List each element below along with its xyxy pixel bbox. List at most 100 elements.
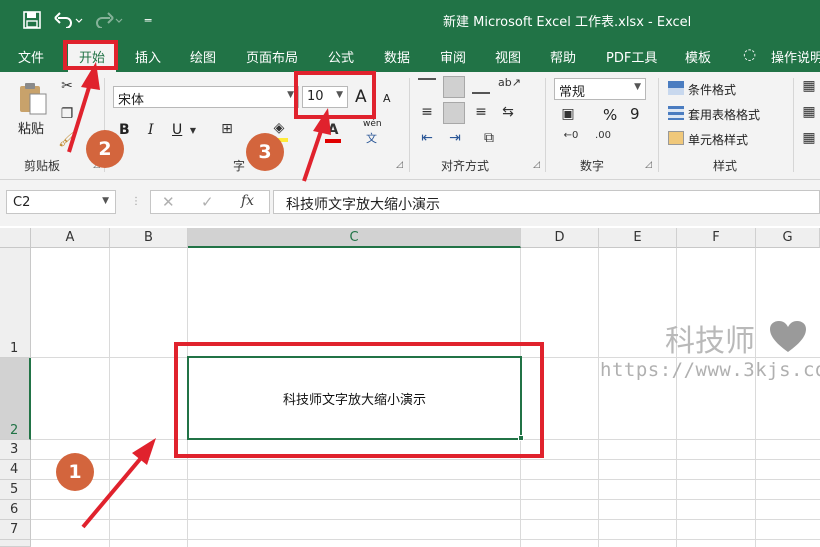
tab-help[interactable]: 帮助 <box>550 47 576 66</box>
tab-view[interactable]: 视图 <box>495 47 521 66</box>
wrap-text-icon[interactable]: ⇆ <box>498 104 518 120</box>
row-header-4[interactable]: 4 <box>0 460 31 480</box>
align-middle-icon[interactable] <box>443 76 465 98</box>
redo-icon[interactable] <box>92 0 126 40</box>
table-format-button[interactable]: 套用表格格式 <box>688 106 760 123</box>
font-color-icon[interactable]: A <box>325 122 341 138</box>
cut-icon[interactable]: ✂ <box>58 78 76 94</box>
tab-review[interactable]: 审阅 <box>440 47 466 66</box>
phonetic-top[interactable]: wén <box>363 119 382 129</box>
increase-decimal-icon[interactable]: ←0 <box>560 130 582 141</box>
decrease-decimal-icon[interactable]: .00 <box>592 130 614 141</box>
merge-center-icon[interactable]: ⧉ <box>478 130 500 146</box>
insert-function-icon[interactable]: fx <box>241 193 254 209</box>
fill-color-icon[interactable]: ◈ <box>270 120 288 136</box>
column-header-e[interactable]: E <box>599 228 677 248</box>
currency-icon[interactable]: ▣ <box>558 106 578 122</box>
menu-bar: 文件 开始 插入 绘图 页面布局 公式 数据 审阅 视图 帮助 PDF工具 模板… <box>0 40 820 72</box>
row-header-8[interactable] <box>0 540 31 547</box>
row-header-3[interactable]: 3 <box>0 440 31 460</box>
name-box-value: C2 <box>13 195 31 210</box>
row-header-2[interactable]: 2 <box>0 358 31 440</box>
tell-me-search[interactable]: 操作说明 <box>771 47 820 66</box>
percent-button[interactable]: % <box>603 106 617 124</box>
select-all-corner[interactable] <box>0 228 31 248</box>
alignment-launcher-icon[interactable]: ◿ <box>533 160 540 170</box>
font-launcher-icon[interactable]: ◿ <box>396 160 403 170</box>
cancel-icon[interactable]: ✕ <box>162 193 175 211</box>
tab-file[interactable]: 文件 <box>18 47 44 66</box>
format-painter-icon[interactable]: 🖌 <box>58 132 76 148</box>
column-header-g[interactable]: G <box>756 228 820 248</box>
tab-page-layout[interactable]: 页面布局 <box>246 47 298 66</box>
separator <box>793 78 794 172</box>
align-left-icon[interactable]: ≡ <box>418 104 436 120</box>
lightbulb-icon[interactable]: ◌ <box>743 45 756 63</box>
italic-button[interactable]: I <box>148 122 154 138</box>
row-header-1[interactable]: 1 <box>0 248 31 358</box>
gridline <box>31 499 820 500</box>
orientation-icon[interactable]: ab↗ <box>498 76 521 89</box>
cells-insert-icon[interactable]: ▦ <box>800 78 818 94</box>
align-bottom-icon[interactable] <box>472 78 490 94</box>
row-header-5[interactable]: 5 <box>0 480 31 500</box>
gridline <box>109 248 110 547</box>
number-launcher-icon[interactable]: ◿ <box>645 160 652 170</box>
shrink-font-button[interactable]: A <box>383 92 391 105</box>
phonetic-button[interactable]: 文 <box>366 130 377 146</box>
enter-icon[interactable]: ✓ <box>201 193 214 211</box>
column-header-d[interactable]: D <box>521 228 599 248</box>
align-center-icon[interactable] <box>443 102 465 124</box>
tab-formulas[interactable]: 公式 <box>328 47 354 66</box>
paste-label[interactable]: 粘贴 <box>18 118 44 137</box>
paste-icon[interactable] <box>18 82 48 116</box>
gridline <box>31 479 820 480</box>
copy-icon[interactable]: ❐ <box>58 106 76 122</box>
tab-draw[interactable]: 绘图 <box>190 47 216 66</box>
undo-icon[interactable] <box>52 0 86 40</box>
styles-group-label: 样式 <box>713 159 738 173</box>
alignment-group-label: 对齐方式 <box>441 159 490 173</box>
customize-toolbar-icon[interactable]: ═ <box>140 0 156 40</box>
font-name-select[interactable]: 宋体 ▼ <box>113 86 299 108</box>
column-header-f[interactable]: F <box>677 228 756 248</box>
underline-button[interactable]: U <box>172 122 182 138</box>
row-header-6[interactable]: 6 <box>0 500 31 520</box>
formula-bar: C2 ▼ ⋮ ✕ ✓ fx 科技师文字放大缩小演示 <box>0 180 820 226</box>
name-box[interactable]: C2 ▼ <box>6 190 116 214</box>
borders-icon[interactable]: ⊞ <box>218 121 236 137</box>
tab-data[interactable]: 数据 <box>384 47 410 66</box>
tab-pdf-tools[interactable]: PDF工具 <box>606 47 657 66</box>
chevron-down-icon[interactable]: ▼ <box>188 126 198 135</box>
cells-format-icon[interactable]: ▦ <box>800 130 818 146</box>
chevron-down-icon: ▼ <box>634 82 641 92</box>
tab-templates[interactable]: 模板 <box>685 47 711 66</box>
formula-bar-grip: ⋮ <box>131 196 141 207</box>
column-header-a[interactable]: A <box>31 228 110 248</box>
cells-delete-icon[interactable]: ▦ <box>800 104 818 120</box>
formula-input[interactable]: 科技师文字放大缩小演示 <box>273 190 820 214</box>
column-header-b[interactable]: B <box>110 228 188 248</box>
gridline <box>31 519 820 520</box>
highlight-font-size <box>294 71 376 119</box>
increase-indent-icon[interactable]: ⇥ <box>446 130 464 146</box>
save-icon[interactable] <box>18 0 46 40</box>
column-header-c[interactable]: C <box>188 228 521 248</box>
conditional-format-button[interactable]: 条件格式 <box>688 81 736 98</box>
conditional-format-icon <box>668 81 684 95</box>
decrease-indent-icon[interactable]: ⇤ <box>418 130 436 146</box>
gridline <box>31 459 820 460</box>
step-badge-2: 2 <box>86 130 124 168</box>
number-format-select[interactable]: 常规 ▼ <box>554 78 646 100</box>
row-header-7[interactable]: 7 <box>0 520 31 540</box>
watermark-url: https://www.3kjs.com <box>600 359 820 381</box>
align-right-icon[interactable]: ≡ <box>472 104 490 120</box>
tab-insert[interactable]: 插入 <box>135 47 161 66</box>
comma-style-button[interactable]: 9 <box>630 105 640 123</box>
number-group-label: 数字 <box>580 159 605 173</box>
window-title: 新建 Microsoft Excel 工作表.xlsx - Excel <box>443 15 692 30</box>
gridline <box>755 248 756 547</box>
bold-button[interactable]: B <box>119 122 130 138</box>
cell-styles-button[interactable]: 单元格样式 <box>688 131 748 148</box>
align-top-icon[interactable] <box>418 78 436 94</box>
